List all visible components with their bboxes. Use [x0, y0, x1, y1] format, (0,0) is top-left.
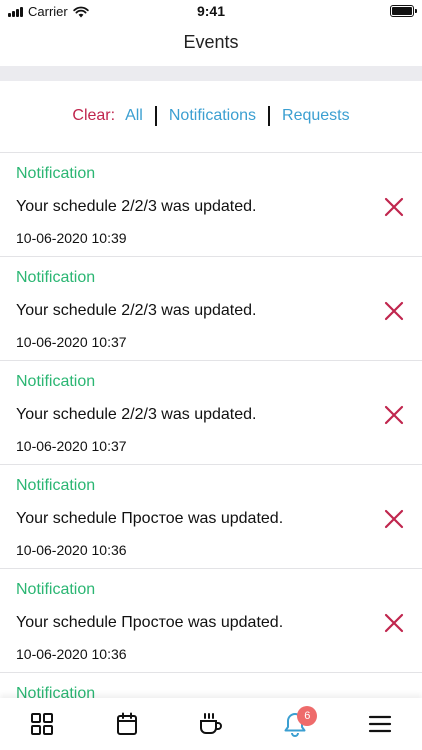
event-message: Your schedule 2/2/3 was updated.: [16, 302, 257, 319]
tab-events[interactable]: 6: [271, 702, 319, 746]
event-type: Notification: [16, 165, 96, 182]
filter-separator: [268, 106, 271, 126]
event-message: Your schedule Простое was updated.: [16, 510, 284, 527]
battery-icon: [390, 5, 417, 17]
event-item[interactable]: Notification Your schedule Простое was u…: [0, 465, 422, 569]
clear-label: Clear:: [72, 107, 116, 124]
event-type: Notification: [16, 373, 96, 390]
event-type: Notification: [16, 477, 96, 494]
event-message: Your schedule Простое was updated.: [16, 614, 284, 631]
filter-separator: [154, 106, 157, 126]
delete-event-icon[interactable]: [384, 405, 404, 425]
event-type: Notification: [16, 581, 96, 598]
event-timestamp: 10-06-2020 10:37: [16, 334, 127, 350]
delete-event-icon[interactable]: [384, 301, 404, 321]
calendar-icon: [116, 712, 137, 735]
event-item[interactable]: Notification: [0, 673, 422, 698]
clear-requests-link[interactable]: Requests: [282, 107, 350, 125]
notification-count-badge: 6: [297, 706, 318, 726]
event-timestamp: 10-06-2020 10:36: [16, 542, 127, 558]
delete-event-icon[interactable]: [384, 197, 404, 217]
tab-break[interactable]: [187, 702, 235, 746]
filter-bar: Clear: All Notifications Requests: [0, 106, 422, 126]
grid-icon: [31, 713, 54, 735]
event-item[interactable]: Notification Your schedule 2/2/3 was upd…: [0, 257, 422, 361]
event-type: Notification: [16, 685, 96, 698]
clear-all-link[interactable]: All: [125, 107, 143, 125]
delete-event-icon[interactable]: [384, 613, 404, 633]
coffee-cup-icon: [199, 713, 222, 734]
tab-dashboard[interactable]: [18, 702, 66, 746]
tab-bar: 6: [0, 698, 422, 750]
event-item[interactable]: Notification Your schedule 2/2/3 was upd…: [0, 153, 422, 257]
events-list[interactable]: Notification Your schedule 2/2/3 was upd…: [0, 152, 422, 698]
tab-calendar[interactable]: [103, 702, 151, 746]
menu-icon: [368, 715, 391, 733]
tab-menu[interactable]: [356, 702, 404, 746]
delete-event-icon[interactable]: [384, 509, 404, 529]
event-message: Your schedule 2/2/3 was updated.: [16, 406, 257, 423]
event-message: Your schedule 2/2/3 was updated.: [16, 198, 257, 215]
event-timestamp: 10-06-2020 10:37: [16, 438, 127, 454]
event-type: Notification: [16, 269, 96, 286]
page-title: Events: [183, 32, 239, 52]
status-time: 9:41: [196, 3, 226, 19]
status-bar: Carrier 9:41: [0, 0, 422, 22]
event-item[interactable]: Notification Your schedule 2/2/3 was upd…: [0, 361, 422, 465]
event-item[interactable]: Notification Your schedule Простое was u…: [0, 569, 422, 673]
header-divider: [0, 66, 422, 81]
event-timestamp: 10-06-2020 10:36: [16, 646, 127, 662]
event-timestamp: 10-06-2020 10:39: [16, 230, 127, 246]
clear-notifications-link[interactable]: Notifications: [169, 107, 256, 125]
